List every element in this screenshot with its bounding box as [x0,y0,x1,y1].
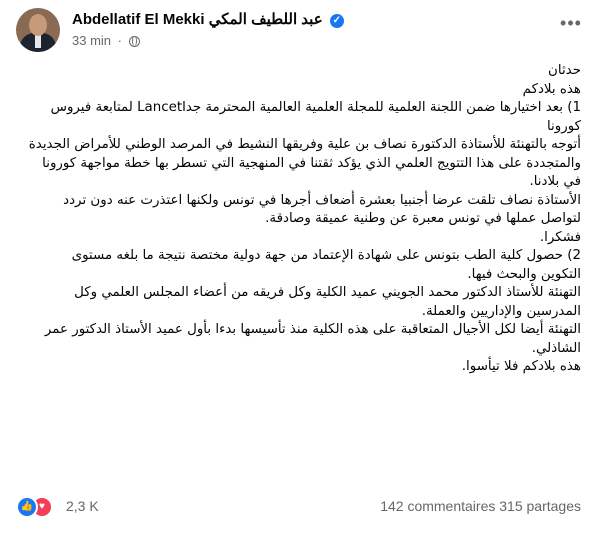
post-line: فشكرا. [539,229,581,245]
verified-badge-icon: ✓ [329,14,344,28]
post-line: هذه بلادكم فلا تيأسوا. [461,359,581,374]
post-line: في بلادنا. [529,174,581,189]
shares-count-link[interactable]: 315 partages [499,498,581,514]
meta-separator: · [117,33,122,48]
post-meta: 33 min · [72,33,140,48]
post-line: التهنئة أيضا لكل الأجيال المتعاقبة على ه… [44,322,581,337]
post-line: لتواصل عملها في تونس معبرة عن وطنية عميق… [265,211,581,226]
post-line: هذه بلادكم [522,81,581,97]
post-time[interactable]: 33 min [72,33,111,48]
reaction-count[interactable]: 2,3 K [66,498,99,514]
post-line: 1) بعد اختيارها ضمن اللجنة العلمية للمجل… [50,100,581,115]
author-name[interactable]: Abdellatif El Mekki عبد اللطيف المكي ✓ [72,10,344,28]
post-line: كورونا [546,118,581,134]
avatar-shirt [35,34,41,48]
post-line: التكوين والبحث فيها. [467,266,581,282]
author-avatar[interactable] [16,8,60,52]
post-line: الشاذلي. [531,340,581,356]
post-footer: 👍 ♥ 2,3 K 142 commentaires 315 partages [16,496,581,520]
author-name-latin[interactable]: Abdellatif El Mekki [72,11,205,28]
post-line: التهنئة للأستاذ الدكتور محمد الجويني عمي… [74,285,581,300]
thumbs-up-icon: 👍 [16,496,38,518]
post-line: والمتجددة على هذا التتويج العلمي الذي يؤ… [42,155,581,171]
globe-icon [128,36,140,47]
author-name-arabic[interactable]: عبد اللطيف المكي [209,11,323,28]
post-line: أتوجه بالتهنئة للأستاذة الدكتورة نصاف بن… [28,137,581,152]
facebook-post: Abdellatif El Mekki عبد اللطيف المكي ✓ 3… [0,0,597,533]
engagement-stats: 142 commentaires 315 partages [380,498,581,514]
post-text: حدثان هذه بلادكم 1) بعد اختيارها ضمن الل… [16,62,581,377]
avatar-face [29,14,47,36]
post-header: Abdellatif El Mekki عبد اللطيف المكي ✓ 3… [16,8,587,52]
post-line: المدرسين والإداريين والعملة. [421,303,581,319]
post-line: 2) حصول كلية الطب بتونس على شهادة الإعتم… [71,248,581,263]
more-options-icon[interactable]: ••• [557,14,585,36]
post-line: الأستاذة نصاف تلقت عرضا أجنبيا بعشرة أضع… [63,192,581,208]
post-line: حدثان [548,63,581,78]
comments-count-link[interactable]: 142 commentaires [380,498,495,514]
